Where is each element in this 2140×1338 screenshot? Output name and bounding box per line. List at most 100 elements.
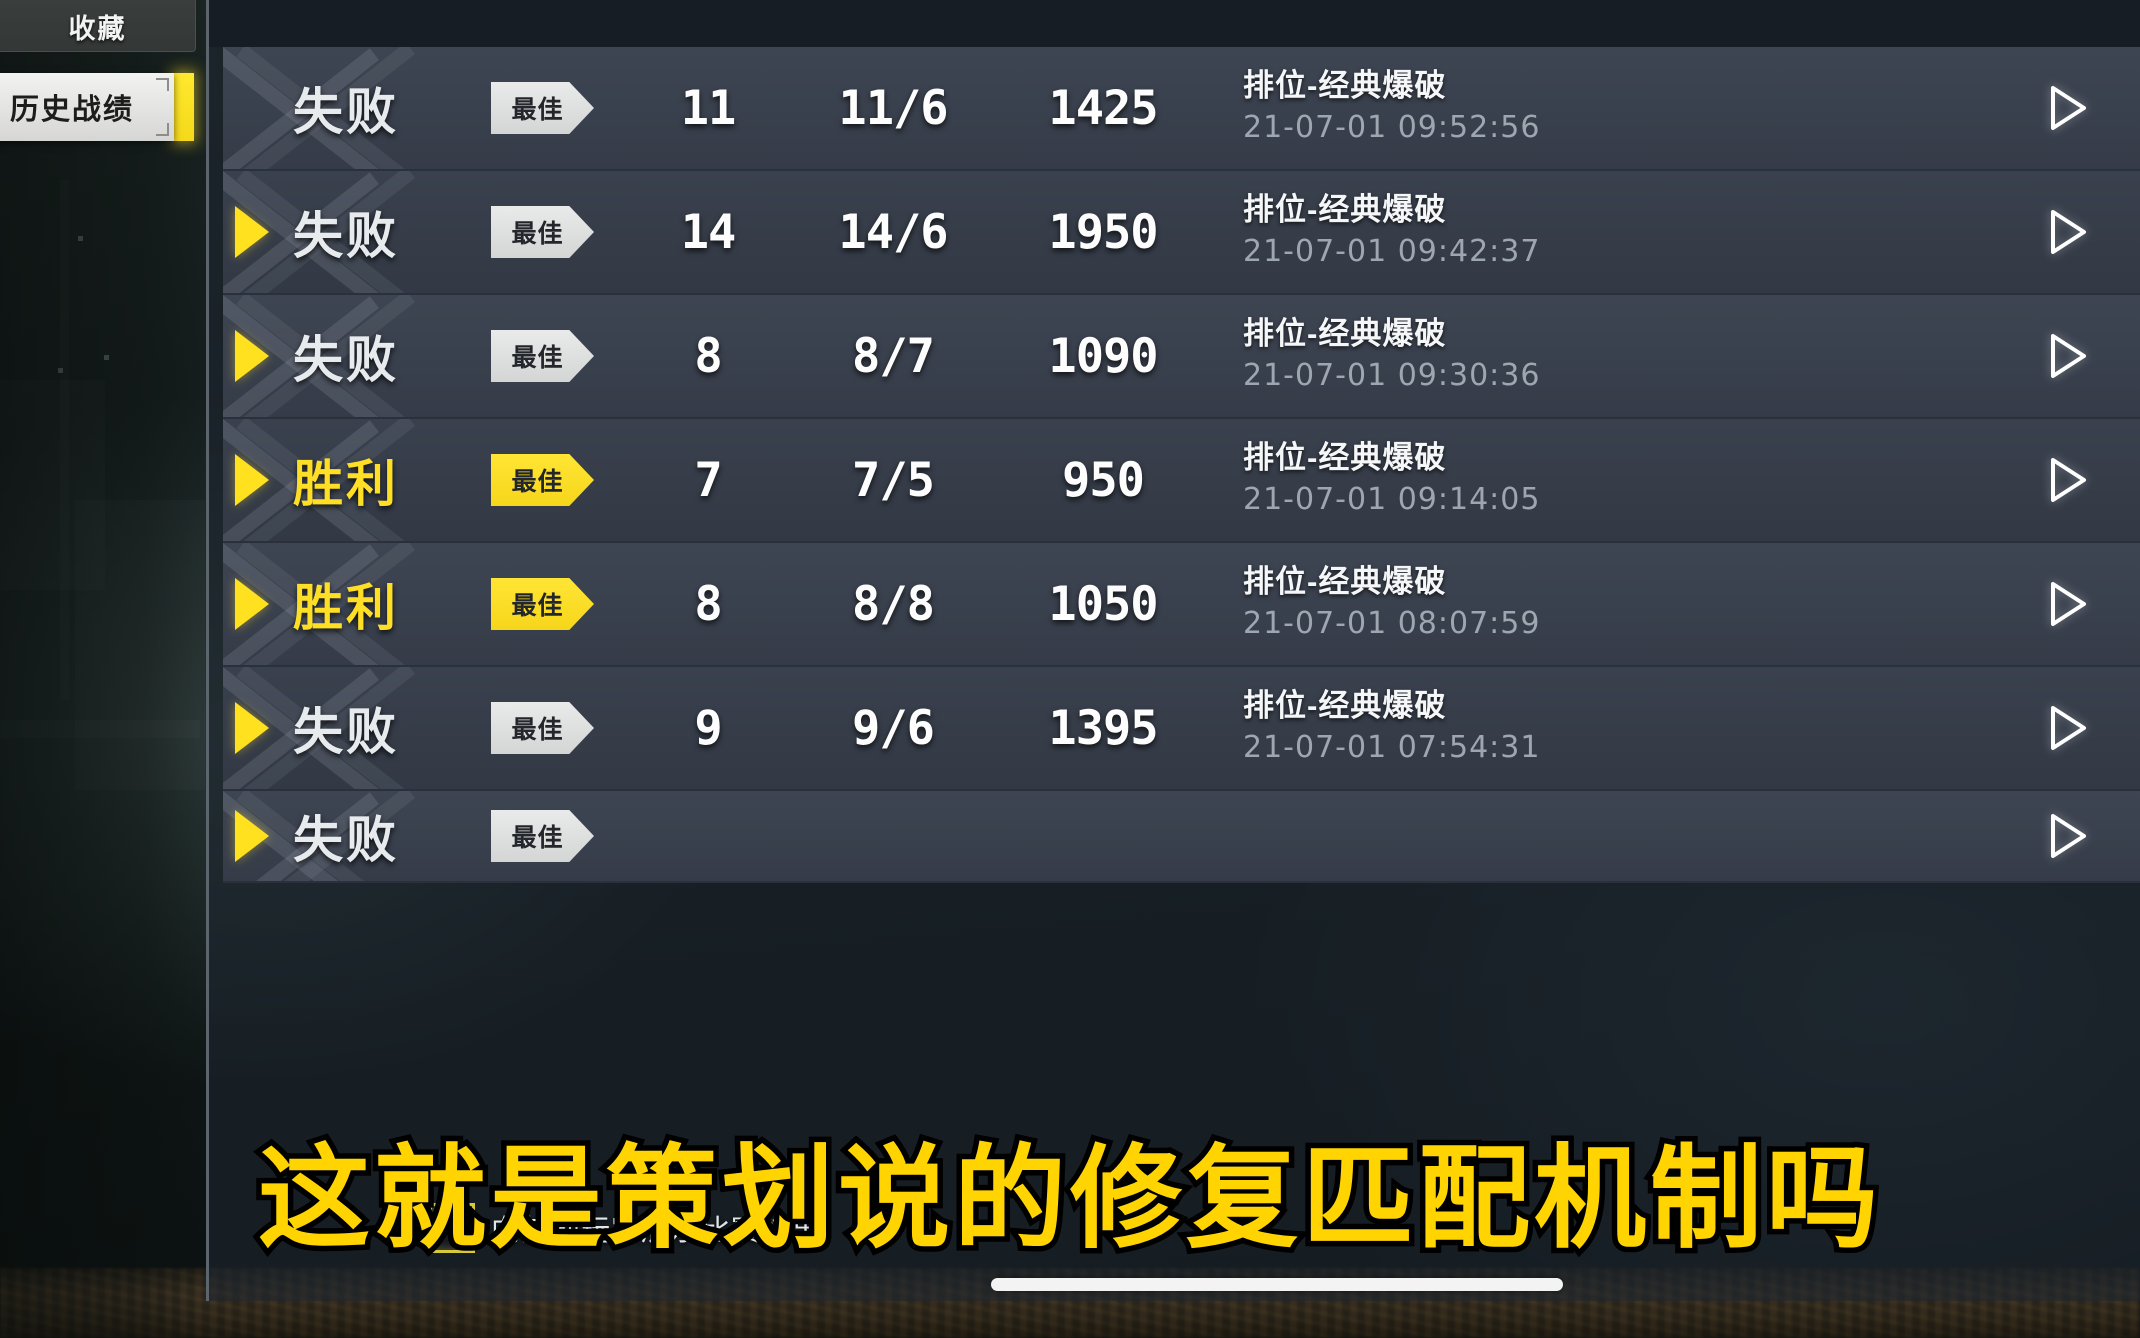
score-value: 1950 — [1048, 204, 1158, 260]
table-row[interactable]: 失败 最佳 — [223, 791, 2140, 883]
status-badge-label: 最佳 — [511, 468, 564, 496]
match-result-label: 胜利 — [293, 456, 399, 512]
play-icon — [2051, 458, 2086, 502]
kd-cell: 11/6 — [793, 47, 993, 169]
score-cell — [993, 791, 1213, 881]
replay-button[interactable] — [2032, 791, 2102, 881]
corner-bracket-icon — [156, 78, 169, 91]
replay-button[interactable] — [2032, 171, 2102, 293]
match-result: 失败 — [279, 47, 479, 169]
status-badge-label: 最佳 — [511, 824, 564, 852]
replay-button[interactable] — [2032, 543, 2102, 665]
best-badge-cell: 最佳 — [491, 171, 641, 293]
mode-cell: 排位-经典爆破 21-07-01 09:52:56 — [1243, 47, 1763, 169]
active-tab-accent — [174, 73, 194, 141]
replay-button[interactable] — [2032, 667, 2102, 789]
match-timestamp: 21-07-01 09:30:36 — [1243, 358, 1541, 394]
match-timestamp: 21-07-01 07:54:31 — [1243, 730, 1541, 766]
table-row[interactable]: 失败 最佳 8 8/7 1090 排位-经典爆破 21-07-01 09:30:… — [223, 295, 2140, 419]
kills-cell: 8 — [623, 543, 793, 665]
mode-cell: 排位-经典爆破 21-07-01 09:14:05 — [1243, 419, 1763, 541]
score-value: 1090 — [1048, 328, 1158, 384]
match-result-label: 失败 — [293, 704, 399, 760]
score-cell: 1090 — [993, 295, 1213, 417]
best-badge-cell: 最佳 — [491, 47, 641, 169]
best-badge-cell: 最佳 — [491, 667, 641, 789]
kd-value: 11/6 — [838, 80, 948, 136]
status-badge: 最佳 — [491, 578, 594, 630]
kills-cell: 14 — [623, 171, 793, 293]
score-cell: 950 — [993, 419, 1213, 541]
panel-topbar — [209, 0, 2140, 47]
mode-cell — [1243, 791, 1763, 881]
play-icon — [2051, 582, 2086, 626]
match-list[interactable]: 失败 最佳 11 11/6 1425 排位-经典爆破 21-07-01 09:5… — [223, 47, 2140, 997]
best-badge-cell: 最佳 — [491, 543, 641, 665]
kills-value: 8 — [694, 576, 722, 632]
kd-cell: 8/8 — [793, 543, 993, 665]
play-icon — [2051, 334, 2086, 378]
best-badge-cell: 最佳 — [491, 791, 641, 881]
kills-value: 8 — [694, 328, 722, 384]
caret-right-icon — [235, 578, 269, 630]
caret-right-icon — [235, 206, 269, 258]
match-result-label: 失败 — [293, 208, 399, 264]
mode-name: 排位-经典爆破 — [1243, 688, 1447, 724]
status-badge-label: 最佳 — [511, 592, 564, 620]
play-icon — [2051, 86, 2086, 130]
kd-value: 8/8 — [852, 576, 935, 632]
caret-right-icon — [235, 810, 269, 862]
play-icon — [2051, 706, 2086, 750]
kills-value: 7 — [694, 452, 722, 508]
match-timestamp: 21-07-01 09:52:56 — [1243, 110, 1541, 146]
table-row[interactable]: 失败 最佳 9 9/6 1395 排位-经典爆破 21-07-01 07:54:… — [223, 667, 2140, 791]
score-cell: 1395 — [993, 667, 1213, 789]
table-row[interactable]: 失败 最佳 14 14/6 1950 排位-经典爆破 21-07-01 09:4… — [223, 171, 2140, 295]
horizontal-scrollbar[interactable] — [991, 1278, 1563, 1291]
kd-cell: 14/6 — [793, 171, 993, 293]
mode-name: 排位-经典爆破 — [1243, 316, 1447, 352]
match-result: 胜利 — [279, 543, 479, 665]
kd-cell — [793, 791, 993, 881]
mode-cell: 排位-经典爆破 21-07-01 07:54:31 — [1243, 667, 1763, 789]
sidebar-item-label: 历史战绩 — [10, 94, 135, 126]
match-result: 胜利 — [279, 419, 479, 541]
kills-value: 9 — [694, 700, 722, 756]
table-row[interactable]: 失败 最佳 11 11/6 1425 排位-经典爆破 21-07-01 09:5… — [223, 47, 2140, 171]
table-row[interactable]: 胜利 最佳 7 7/5 950 排位-经典爆破 21-07-01 09:14:0… — [223, 419, 2140, 543]
sidebar-item-history[interactable]: 历史战绩 — [0, 73, 194, 141]
kd-value: 7/5 — [852, 452, 935, 508]
caret-right-icon — [235, 454, 269, 506]
kills-cell: 11 — [623, 47, 793, 169]
score-value: 950 — [1062, 452, 1145, 508]
match-history-panel: 失败 最佳 11 11/6 1425 排位-经典爆破 21-07-01 09:5… — [206, 0, 2140, 1301]
sidebar-item-label: 收藏 — [68, 14, 127, 44]
replay-button[interactable] — [2032, 47, 2102, 169]
kills-cell: 7 — [623, 419, 793, 541]
match-result: 失败 — [279, 667, 479, 789]
mode-name: 排位-经典爆破 — [1243, 440, 1447, 476]
video-caption: 这就是策划说的修复匹配机制吗 — [253, 1129, 1884, 1270]
sidebar-item-favorites[interactable]: 收藏 — [0, 0, 196, 52]
table-row[interactable]: 胜利 最佳 8 8/8 1050 排位-经典爆破 21-07-01 08:07:… — [223, 543, 2140, 667]
score-value: 1050 — [1048, 576, 1158, 632]
status-badge-label: 最佳 — [511, 96, 564, 124]
kd-cell: 9/6 — [793, 667, 993, 789]
score-cell: 1950 — [993, 171, 1213, 293]
caret-right-icon — [235, 702, 269, 754]
screen-root: 收藏 历史战绩 失败 最佳 11 11/6 1425 排位-经典爆破 21-07… — [0, 0, 2140, 1338]
score-cell: 1425 — [993, 47, 1213, 169]
replay-button[interactable] — [2032, 419, 2102, 541]
score-cell: 1050 — [993, 543, 1213, 665]
replay-button[interactable] — [2032, 295, 2102, 417]
kills-cell: 9 — [623, 667, 793, 789]
status-badge: 最佳 — [491, 82, 594, 134]
corner-bracket-icon — [156, 123, 169, 136]
status-badge-label: 最佳 — [511, 344, 564, 372]
match-timestamp: 21-07-01 09:42:37 — [1243, 234, 1541, 270]
play-icon — [2051, 210, 2086, 254]
status-badge: 最佳 — [491, 206, 594, 258]
match-result-label: 失败 — [293, 812, 399, 868]
play-icon — [2051, 814, 2086, 858]
kd-value: 14/6 — [838, 204, 948, 260]
